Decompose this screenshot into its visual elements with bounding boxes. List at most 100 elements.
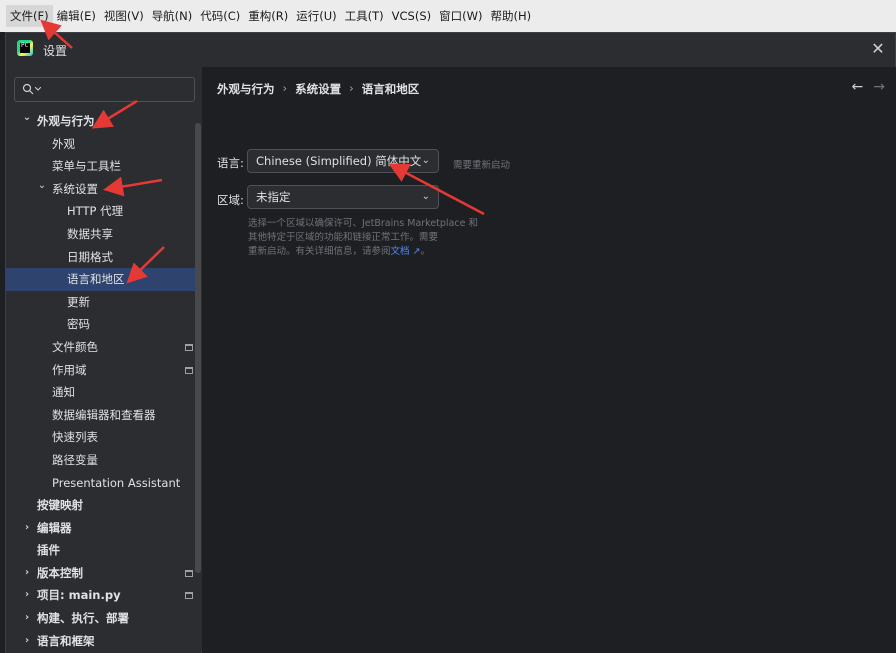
- project-scope-icon: [185, 343, 193, 351]
- menu-item[interactable]: 导航(N): [148, 5, 197, 27]
- menu-item[interactable]: 帮助(H): [486, 5, 535, 27]
- region-select-value: 未指定: [256, 190, 291, 204]
- breadcrumb-item[interactable]: 外观与行为: [217, 81, 275, 97]
- tree-item-label: 语言和框架: [37, 633, 95, 648]
- menu-item[interactable]: 视图(V): [100, 5, 148, 27]
- tree-item[interactable]: 路径变量: [6, 449, 201, 472]
- chevron-down-icon: ⌄: [421, 155, 430, 166]
- tree-item-label: 项目: main.py: [37, 588, 121, 603]
- forward-arrow-icon[interactable]: →: [873, 79, 885, 95]
- chevron-down-icon[interactable]: ⌄: [37, 180, 47, 191]
- tree-item-label: 语言和地区: [67, 272, 125, 287]
- tree-item[interactable]: 日期格式: [6, 246, 201, 269]
- close-icon[interactable]: ✕: [869, 40, 887, 58]
- search-input[interactable]: [14, 77, 195, 102]
- tree-item[interactable]: 通知: [6, 381, 201, 404]
- menu-bar: 文件(F) 编辑(E) 视图(V) 导航(N) 代码(C) 重构(R) 运行(U) 工具(T)…: [0, 0, 896, 32]
- description-text: 。: [420, 246, 431, 257]
- tree-item[interactable]: 菜单与工具栏: [6, 155, 201, 178]
- chevron-right-icon[interactable]: ›: [22, 613, 32, 623]
- tree-item[interactable]: ⌄ 系统设置: [6, 178, 201, 201]
- tree-item-label: 版本控制: [37, 565, 83, 580]
- tree-item[interactable]: 数据编辑器和查看器: [6, 404, 201, 427]
- tree-item[interactable]: 快速列表: [6, 426, 201, 449]
- tree-item[interactable]: › 版本控制: [6, 562, 201, 585]
- chevron-right-icon[interactable]: ›: [22, 567, 32, 578]
- tree-item[interactable]: 插件: [6, 539, 201, 562]
- menu-item[interactable]: 重构(R): [244, 5, 292, 27]
- language-label: 语言:: [217, 156, 244, 170]
- tree-item-label: HTTP 代理: [67, 204, 124, 219]
- region-description: 选择一个区域以确保许可、JetBrains Marketplace 和 其他特定…: [248, 217, 488, 259]
- dialog-title: 设置: [43, 44, 68, 58]
- tree-item-label: 日期格式: [67, 249, 113, 264]
- restart-hint: 需要重新启动: [453, 160, 511, 171]
- tree-item[interactable]: 语言和地区: [6, 268, 201, 291]
- menu-item[interactable]: 文件(F): [6, 5, 53, 27]
- project-scope-icon: [185, 569, 193, 577]
- breadcrumb-item[interactable]: 系统设置: [295, 81, 341, 97]
- dialog-titlebar: PC 设置 ✕: [6, 33, 895, 67]
- search-icon: [22, 83, 34, 95]
- back-arrow-icon[interactable]: ←: [852, 79, 864, 95]
- menu-item[interactable]: VCS(S): [388, 5, 435, 27]
- project-scope-icon: [185, 592, 193, 600]
- tree-item[interactable]: 文件颜色: [6, 336, 201, 359]
- tree-item[interactable]: 密码: [6, 313, 201, 336]
- tree-item[interactable]: › 项目: main.py: [6, 584, 201, 607]
- sidebar-scrollbar[interactable]: [195, 123, 201, 573]
- tree-item[interactable]: › 编辑器: [6, 517, 201, 540]
- tree-item-label: 作用域: [52, 362, 87, 377]
- tree-item[interactable]: 数据共享: [6, 223, 201, 246]
- search-history-icon[interactable]: [35, 87, 41, 91]
- tree-item[interactable]: 按键映射: [6, 494, 201, 517]
- tree-item-label: 文件颜色: [52, 339, 98, 354]
- breadcrumb-item: 语言和地区: [361, 82, 420, 96]
- tree-item-label: 菜单与工具栏: [52, 159, 121, 174]
- description-line: 其他特定于区域的功能和链接正常工作。需要: [248, 232, 439, 243]
- settings-tree: ⌄ 外观与行为外观菜单与工具栏 ⌄ 系统设置 HTTP 代理数据共享日期格式语言和地区更…: [6, 110, 201, 652]
- region-select[interactable]: 未指定 ⌄: [247, 185, 439, 209]
- menu-item[interactable]: 编辑(E): [53, 5, 100, 27]
- menu-item[interactable]: 工具(T): [341, 5, 388, 27]
- description-text: 重新启动。有关详细信息，请参阅: [248, 246, 391, 257]
- nav-arrows: ← →: [852, 79, 885, 95]
- tree-item[interactable]: › 语言和框架: [6, 630, 201, 653]
- menu-item[interactable]: 运行(U): [292, 5, 340, 27]
- tree-item-label: 插件: [37, 543, 60, 558]
- tree-item-label: 更新: [67, 294, 90, 309]
- project-scope-icon: [185, 366, 193, 374]
- chevron-right-icon[interactable]: ›: [22, 590, 32, 600]
- tree-item[interactable]: HTTP 代理: [6, 200, 201, 223]
- tree-item[interactable]: 外观: [6, 133, 201, 156]
- tree-item[interactable]: › 构建、执行、部署: [6, 607, 201, 630]
- tree-item[interactable]: ⌄ 外观与行为: [6, 110, 201, 133]
- tree-item-label: Presentation Assistant: [52, 475, 181, 490]
- tree-item-label: 数据编辑器和查看器: [52, 407, 156, 422]
- settings-sidebar: ⌄ 外观与行为外观菜单与工具栏 ⌄ 系统设置 HTTP 代理数据共享日期格式语言和地区更…: [6, 67, 201, 653]
- tree-item-label: 通知: [52, 385, 75, 400]
- description-line: 重新启动。有关详细信息，请参阅文档 ↗。: [248, 245, 488, 259]
- tree-item[interactable]: 作用域: [6, 359, 201, 382]
- language-select-value: Chinese (Simplified) 简体中文: [256, 154, 422, 168]
- language-select[interactable]: Chinese (Simplified) 简体中文 ⌄: [247, 149, 439, 173]
- region-label: 区域:: [217, 193, 244, 207]
- tree-item-label: 系统设置: [52, 181, 98, 196]
- tree-item-label: 快速列表: [52, 430, 98, 445]
- breadcrumb: 外观与行为 › 系统设置 › 语言和地区: [217, 81, 419, 97]
- breadcrumb-separator: ›: [349, 81, 354, 95]
- chevron-down-icon[interactable]: ⌄: [22, 113, 32, 123]
- settings-dialog: PC 设置 ✕ ⌄ 外观与行为 外观 菜单与工具栏 ⌄ 系统设置 HTTP 代理 数据共享 日期…: [5, 32, 896, 653]
- menu-item[interactable]: 窗口(W): [435, 5, 486, 27]
- tree-item[interactable]: Presentation Assistant: [6, 472, 201, 495]
- chevron-down-icon: ⌄: [421, 191, 430, 202]
- chevron-right-icon[interactable]: ›: [22, 522, 32, 533]
- tree-item[interactable]: 更新: [6, 291, 201, 314]
- breadcrumb-separator: ›: [282, 81, 288, 95]
- tree-item-label: 构建、执行、部署: [37, 611, 129, 626]
- tree-item-label: 按键映射: [37, 498, 83, 513]
- docs-link[interactable]: 文档 ↗: [391, 246, 421, 257]
- tree-item-label: 外观: [52, 136, 75, 151]
- menu-item[interactable]: 代码(C): [196, 5, 244, 27]
- chevron-right-icon[interactable]: ›: [22, 635, 32, 646]
